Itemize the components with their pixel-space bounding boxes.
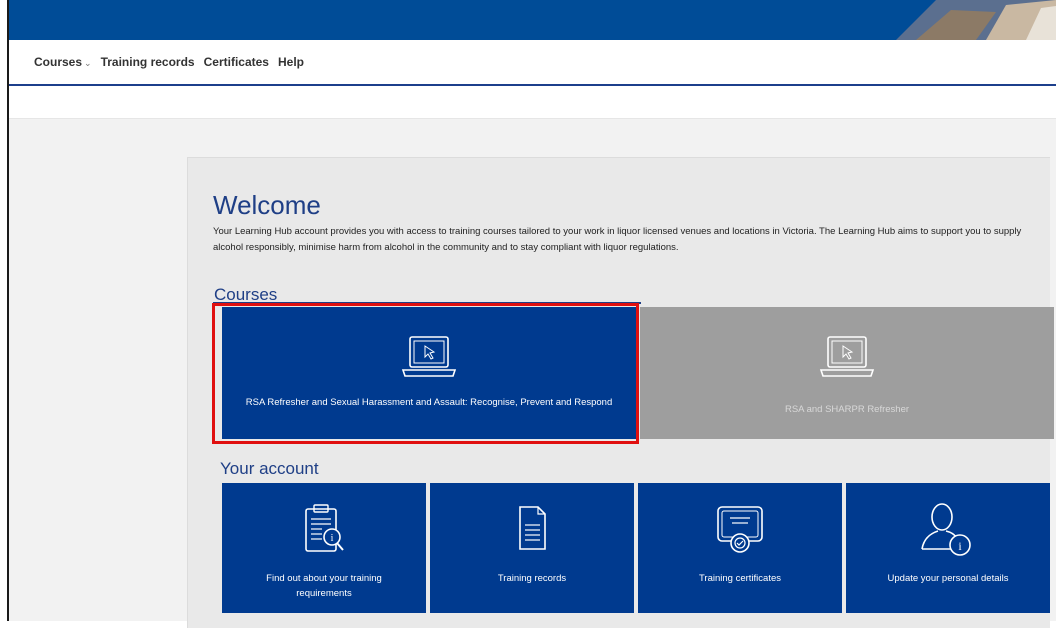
sub-band: [9, 86, 1056, 119]
user-info-icon: i: [921, 503, 971, 556]
nav-help[interactable]: Help: [278, 55, 304, 69]
laptop-icon: [819, 336, 875, 377]
chevron-down-icon: ⌄: [84, 58, 92, 68]
document-icon: [519, 506, 546, 550]
top-banner: [9, 0, 1056, 40]
main-navbar: Courses ⌄ Training records Certificates H…: [9, 40, 1056, 86]
account-tile-label: Training records: [497, 573, 567, 584]
nav-courses[interactable]: Courses ⌄: [34, 55, 92, 69]
certificate-icon: [717, 506, 763, 553]
account-tile-label: Find out about your training requirement…: [266, 573, 382, 599]
account-tile-label: Training certificates: [698, 573, 781, 584]
intro-text: Your Learning Hub account provides you w…: [213, 226, 1022, 253]
account-tile-personal-details[interactable]: i Update your personal details: [846, 483, 1050, 613]
course-tile-rsa-sharpr-refresher[interactable]: RSA and SHARPR Refresher: [640, 307, 1054, 439]
nav-certificates[interactable]: Certificates: [204, 55, 269, 69]
account-heading: Your account: [220, 459, 319, 478]
svg-text:i: i: [331, 533, 334, 544]
course-tile-label: RSA and SHARPR Refresher: [784, 404, 910, 415]
account-tile-training-requirements[interactable]: i Find out about your training requireme…: [222, 483, 426, 613]
highlight-box: [212, 303, 639, 444]
nav-training-records[interactable]: Training records: [101, 55, 195, 69]
account-tile-label: Update your personal details: [887, 573, 1009, 584]
page-title: Welcome: [213, 190, 321, 220]
account-tile-training-certificates[interactable]: Training certificates: [638, 483, 842, 613]
clipboard-search-icon: i: [305, 504, 344, 552]
account-tile-training-records[interactable]: Training records: [430, 483, 634, 613]
banner-image: [896, 0, 1056, 40]
